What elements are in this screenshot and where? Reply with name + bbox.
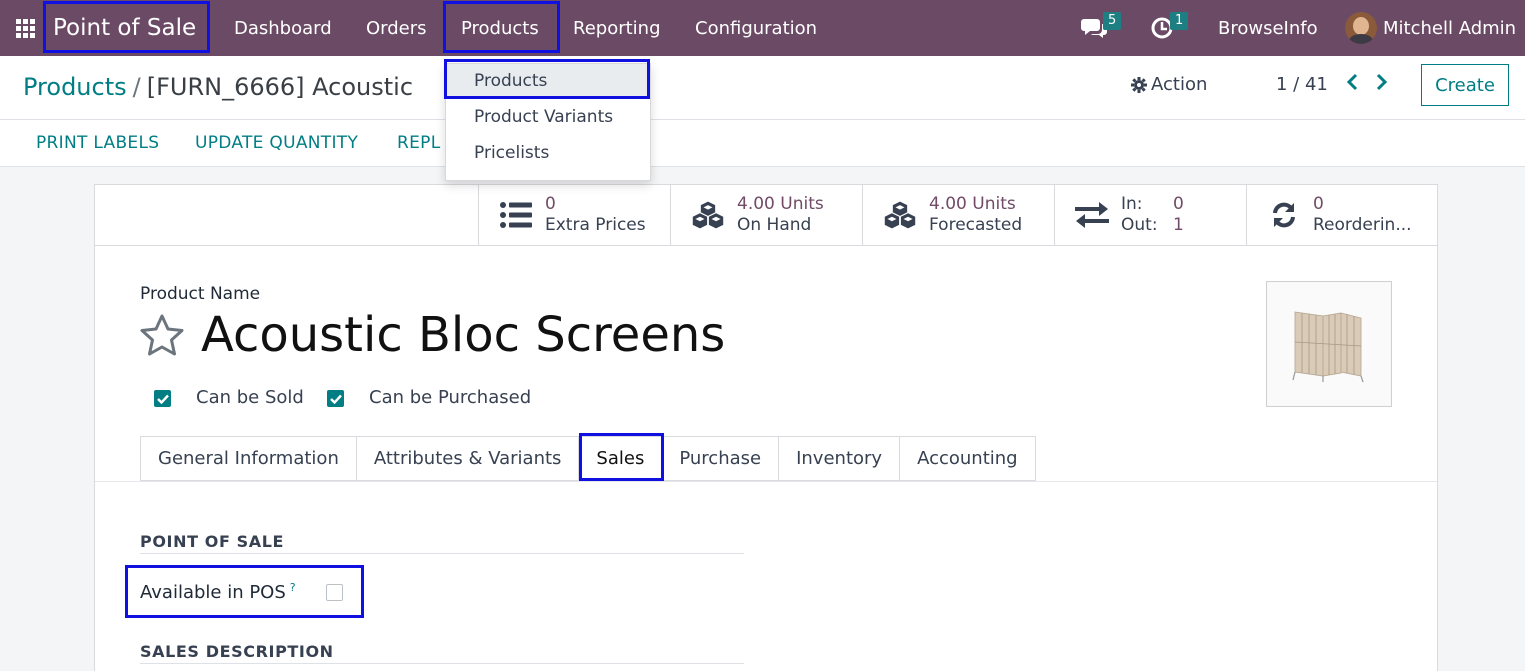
check-icon	[156, 394, 169, 404]
control-panel-divider	[0, 119, 1525, 120]
user-menu[interactable]: Mitchell Admin	[1345, 0, 1516, 56]
star-icon[interactable]	[139, 313, 185, 361]
product-name-label: Product Name	[140, 284, 261, 304]
stat-bar-left-border	[95, 245, 479, 246]
on-hand-value: 4.00 Units	[737, 194, 824, 214]
tab-accounting[interactable]: Accounting	[900, 436, 1036, 481]
can-be-purchased-checkbox[interactable]	[327, 390, 344, 407]
can-be-purchased-label: Can be Purchased	[369, 387, 532, 408]
can-be-sold-label: Can be Sold	[196, 387, 304, 408]
breadcrumb-separator: /	[132, 73, 141, 101]
tab-general-information[interactable]: General Information	[140, 436, 357, 481]
print-labels-button[interactable]: PRINT LABELS	[36, 133, 159, 153]
on-hand-button[interactable]: 4.00 Units On Hand	[670, 185, 862, 246]
breadcrumb-products-link[interactable]: Products	[23, 73, 127, 101]
available-in-pos-checkbox[interactable]	[326, 584, 343, 601]
exchange-icon	[1075, 202, 1109, 228]
notebook-tabs: General Information Attributes & Variant…	[140, 436, 1036, 481]
action-label: Action	[1151, 74, 1208, 95]
on-hand-label: On Hand	[737, 215, 812, 235]
reordering-label: Reorderin...	[1313, 215, 1412, 235]
pager-value[interactable]: 1 / 41	[1276, 74, 1328, 95]
forecasted-button[interactable]: 4.00 Units Forecasted	[862, 185, 1054, 246]
menu-reporting[interactable]: Reporting	[573, 0, 661, 56]
gear-icon	[1131, 76, 1147, 93]
top-navbar: Point of Sale Dashboard Orders Products …	[0, 0, 1525, 56]
action-button[interactable]: Action	[1131, 74, 1207, 95]
refresh-icon	[1267, 201, 1301, 229]
cubes-icon	[691, 199, 725, 231]
activities-count-badge: 1	[1170, 12, 1189, 30]
reordering-rules-button[interactable]: 0 Reorderin...	[1246, 185, 1438, 246]
breadcrumb: Products / [FURN_6666] Acoustic	[23, 73, 413, 101]
replenish-button[interactable]: REPL	[397, 133, 440, 153]
menu-products[interactable]: Products	[461, 0, 539, 56]
available-in-pos-text: Available in POS	[140, 582, 286, 603]
dropdown-item-products[interactable]: Products	[446, 64, 650, 98]
extra-prices-value: 0	[545, 194, 556, 214]
product-form-sheet: 0 Extra Prices 4.00 Units On Hand 4.00 U…	[94, 184, 1438, 671]
tabs-bottom-border	[95, 481, 1437, 482]
smart-buttons-bar: 0 Extra Prices 4.00 Units On Hand 4.00 U…	[478, 185, 1438, 246]
tab-inventory[interactable]: Inventory	[779, 436, 901, 481]
in-out-button[interactable]: In: 0 Out: 1	[1054, 185, 1246, 246]
extra-prices-label: Extra Prices	[545, 215, 646, 235]
messages-count-badge: 5	[1103, 12, 1122, 30]
list-icon	[499, 202, 533, 228]
breadcrumb-current-record: [FURN_6666] Acoustic	[146, 73, 414, 101]
control-panel: Products / [FURN_6666] Acoustic Action 1 /…	[0, 56, 1525, 167]
apps-grid-icon[interactable]	[16, 0, 38, 56]
products-dropdown-menu: Products Product Variants Pricelists	[445, 63, 651, 181]
out-label: Out:	[1121, 215, 1158, 235]
cubes-icon	[883, 199, 917, 231]
tab-attributes-variants[interactable]: Attributes & Variants	[356, 436, 580, 481]
forecasted-value: 4.00 Units	[929, 194, 1016, 214]
point-of-sale-section-divider	[140, 553, 744, 554]
forecasted-label: Forecasted	[929, 215, 1023, 235]
can-be-sold-checkbox[interactable]	[154, 390, 171, 407]
in-label: In:	[1121, 194, 1143, 214]
chevron-left-icon[interactable]	[1346, 72, 1358, 96]
point-of-sale-section-title: POINT OF SALE	[140, 532, 285, 551]
reordering-value: 0	[1313, 194, 1324, 214]
dropdown-item-pricelists[interactable]: Pricelists	[446, 136, 650, 170]
check-icon	[329, 394, 342, 404]
tab-purchase[interactable]: Purchase	[662, 436, 780, 481]
create-button[interactable]: Create	[1421, 64, 1509, 106]
product-name-field[interactable]: Acoustic Bloc Screens	[201, 307, 725, 363]
chevron-right-icon[interactable]	[1376, 72, 1388, 96]
user-name: Mitchell Admin	[1383, 17, 1517, 39]
menu-configuration[interactable]: Configuration	[695, 0, 817, 56]
menu-dashboard[interactable]: Dashboard	[234, 0, 332, 56]
product-image[interactable]	[1266, 281, 1392, 407]
tab-sales[interactable]: Sales	[579, 436, 663, 481]
out-value: 1	[1173, 215, 1184, 235]
help-tooltip-icon[interactable]: ?	[290, 581, 296, 594]
avatar	[1345, 12, 1377, 44]
dropdown-item-product-variants[interactable]: Product Variants	[446, 100, 650, 134]
available-in-pos-label: Available in POS?	[140, 581, 296, 603]
in-value: 0	[1173, 194, 1184, 214]
extra-prices-button[interactable]: 0 Extra Prices	[478, 185, 670, 246]
company-switcher[interactable]: BrowseInfo	[1218, 0, 1318, 56]
sales-description-section-title: SALES DESCRIPTION	[140, 642, 334, 661]
update-quantity-button[interactable]: UPDATE QUANTITY	[195, 133, 358, 153]
sales-description-section-divider	[140, 663, 744, 664]
app-brand[interactable]: Point of Sale	[44, 0, 205, 56]
menu-orders[interactable]: Orders	[366, 0, 427, 56]
